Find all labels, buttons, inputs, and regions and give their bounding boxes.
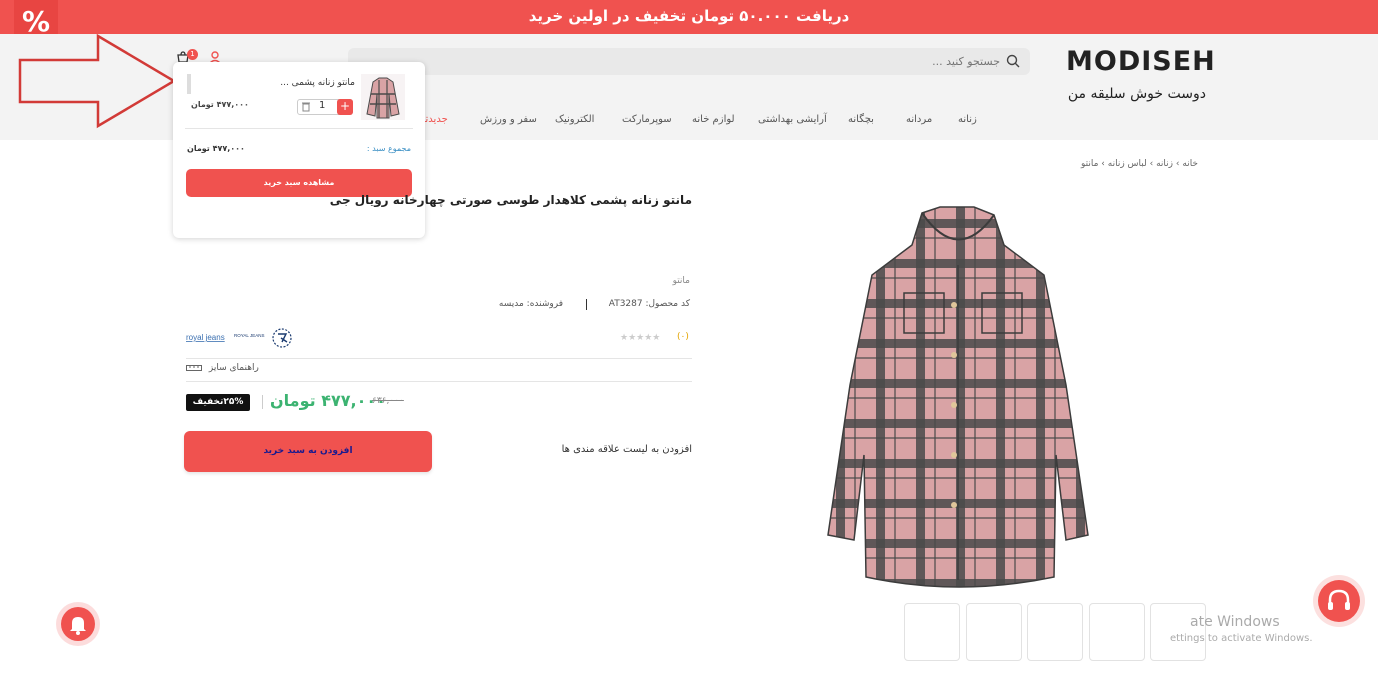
divider [262,395,263,409]
divider [185,128,413,129]
search-icon[interactable] [1006,54,1020,68]
product-old-price: ۶۳۶,۰۰۰ [372,396,404,406]
search-box[interactable] [348,48,1030,75]
product-category[interactable]: مانتو [673,276,690,286]
ruler-icon [186,364,202,371]
product-thumbnail[interactable] [904,603,960,661]
product-thumbnail[interactable] [1089,603,1145,661]
rating-stars-icon[interactable]: ★★★★★ [620,333,660,343]
product-code: کد محصول: AT3287 [608,299,690,309]
promo-text: دریافت ۵۰.۰۰۰ تومان تخفیف در اولین خرید [528,7,850,25]
product-title: مانتو زنانه پشمی کلاهدار طوسی صورتی چهار… [329,193,692,207]
windows-watermark-sub: ettings to activate Windows. [1170,633,1313,644]
nav-item-travel-sport[interactable]: سفر و ورزش [480,114,537,125]
add-to-cart-button[interactable]: افزودن به سبد خرید [184,431,432,472]
brand-logo[interactable]: royal jeans ROYAL JEANS [186,328,296,348]
site-logo[interactable]: MODISEH [1066,46,1216,77]
size-guide-link[interactable]: راهنمای سایز [186,363,259,373]
bell-icon [70,617,86,635]
windows-watermark-title: ate Windows [1190,614,1280,630]
scroll-indicator [187,74,191,94]
support-chat-button[interactable] [1318,580,1360,622]
cart-count-badge: 1 [187,49,198,60]
product-thumbnail[interactable] [1027,603,1083,661]
trash-icon[interactable] [301,101,311,112]
search-input[interactable] [360,48,1000,75]
breadcrumb-clothing[interactable]: لباس زنانه [1108,159,1147,169]
mini-cart-popup: مانتو زنانه پشمی ... ۴۷۷,۰۰۰ تومان + 1 م… [173,62,425,238]
breadcrumb-manto[interactable]: مانتو [1081,159,1098,169]
cart-item-thumbnail[interactable] [361,74,405,120]
chevron-left-icon: › [1146,159,1154,169]
product-seller: فروشنده: مدیسه [498,299,563,309]
product-main-image[interactable] [822,205,1094,590]
nav-item-electronics[interactable]: الکترونیک [555,114,594,125]
divider [186,358,692,359]
discount-badge: ۲۵%تخفیف [186,394,250,411]
rating-count: (۰) [677,332,689,342]
nav-item-men[interactable]: مردانه [906,114,932,125]
nav-item-women[interactable]: زنانه [958,114,977,125]
brand-mark-text: ROYAL JEANS [234,333,265,338]
chevron-left-icon: › [1173,159,1180,169]
add-to-wishlist-link[interactable]: افزودن به لیست علاقه مندی ها [562,444,692,455]
product-thumbnail[interactable] [966,603,1022,661]
divider [186,381,692,382]
breadcrumb: خانه › زنانه › لباس زنانه › مانتو [1081,159,1198,169]
site-tagline: دوست خوش سلیقه من [1067,86,1206,102]
nav-item-kids[interactable]: بچگانه [848,114,874,125]
chevron-left-icon: › [1098,159,1105,169]
product-price: ۴۷۷,۰۰۰ تومان [270,391,386,410]
divider [586,299,587,310]
nav-item-home[interactable]: لوازم خانه [692,114,735,125]
headset-icon [1328,589,1350,610]
nav-item-supermarket[interactable]: سوپرمارکت [622,114,672,125]
subtotal-value: ۴۷۷,۰۰۰ تومان [187,144,245,153]
plus-icon[interactable]: + [337,99,353,115]
size-guide-label: راهنمای سایز [208,363,259,373]
product-thumbnail[interactable] [1150,603,1206,661]
subtotal-label: مجموع سبد : [366,144,411,153]
breadcrumb-home[interactable]: خانه [1182,159,1198,169]
quantity-value: 1 [319,100,326,111]
notification-button[interactable] [61,607,95,641]
promo-banner[interactable]: دریافت ۵۰.۰۰۰ تومان تخفیف در اولین خرید [0,0,1378,34]
annotation-arrow-icon [18,34,177,129]
brand-link-text: royal jeans [186,333,225,342]
nav-item-beauty[interactable]: آرایشی بهداشتی [758,114,827,125]
cart-item-price: ۴۷۷,۰۰۰ تومان [191,100,249,109]
cart-item-name[interactable]: مانتو زنانه پشمی ... [280,78,355,88]
breadcrumb-women[interactable]: زنانه [1156,159,1173,169]
